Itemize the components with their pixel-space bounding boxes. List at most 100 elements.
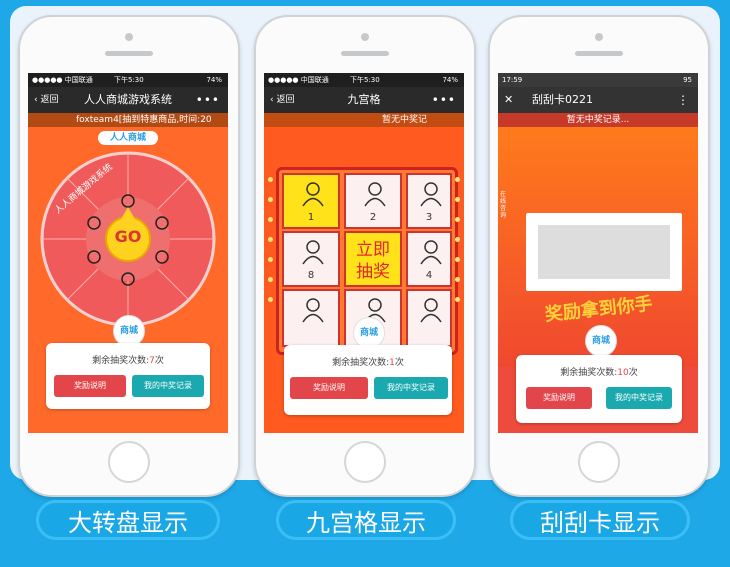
label-grid: 九宫格显示 (276, 500, 456, 540)
light-dot (268, 277, 273, 282)
cell-number: 2 (369, 212, 377, 223)
carrier-label: ●●●●● 中国联通 (268, 76, 329, 84)
records-button[interactable]: 我的中奖记录 (132, 375, 204, 397)
remaining-suffix: 次 (154, 356, 164, 366)
camera-icon (361, 33, 369, 41)
person-icon (420, 298, 442, 323)
remaining-prefix: 剩余抽奖次数: (332, 358, 390, 368)
go-button[interactable]: GO (111, 227, 145, 246)
winner-marquee: foxteam4[抽到特惠商品,时间:20 (28, 113, 228, 127)
close-icon[interactable]: ✕ (504, 87, 513, 113)
speaker-icon (341, 51, 389, 56)
speaker-icon (575, 51, 623, 56)
carrier-label: ●●●●● 中国联通 (32, 76, 93, 84)
header-logo: 人人商城 (98, 131, 158, 145)
remaining-suffix: 次 (394, 358, 404, 368)
screen-grid: ●●●●● 中国联通 下午5:30 74% ‹ 返回 九宫格 ••• 暂无中奖记… (264, 73, 464, 433)
grid-cell-7 (282, 289, 340, 347)
cell-number: 8 (307, 270, 315, 281)
battery-level: 95 (683, 76, 692, 84)
home-button[interactable] (578, 441, 620, 483)
battery-level: 74% (206, 76, 222, 84)
grid-cell-8: 8 (282, 231, 340, 287)
nav-bar: ✕ 刮刮卡0221 ⋮ (498, 87, 698, 113)
status-bar: ●●●●● 中国联通 下午5:30 74% (28, 73, 228, 87)
light-dot (268, 257, 273, 262)
light-dot (455, 177, 460, 182)
light-dot (268, 177, 273, 182)
draw-now-label: 立即抽奖 (356, 240, 390, 282)
light-dot (455, 277, 460, 282)
status-bar: 17:59 95 (498, 73, 698, 87)
speaker-icon (105, 51, 153, 56)
screen-wheel: ●●●●● 中国联通 下午5:30 74% ‹ 返回 人人商城游戏系统 ••• … (28, 73, 228, 433)
light-dot (455, 217, 460, 222)
grid-cell-1: 1 (282, 173, 340, 229)
winner-marquee: 暂无中奖记 (264, 113, 464, 127)
marquee-text: foxteam4[抽到特惠商品,时间:20 (76, 115, 212, 125)
records-button[interactable]: 我的中奖记录 (374, 377, 448, 399)
draw-card: 剩余抽奖次数:7次 奖励说明 我的中奖记录 (46, 343, 210, 409)
person-icon (420, 182, 442, 207)
person-icon (420, 240, 442, 265)
status-time: 下午5:30 (114, 76, 144, 84)
online-consult-tab[interactable]: 在线咨询 (500, 191, 510, 219)
screen-scratch: 17:59 95 ✕ 刮刮卡0221 ⋮ 暂无中奖记录... 在线咨询 奖励拿到… (498, 73, 698, 433)
light-dot (455, 197, 460, 202)
camera-icon (595, 33, 603, 41)
mall-logo: 商城 (585, 325, 617, 357)
cell-number: 1 (307, 212, 315, 223)
remaining-prefix: 剩余抽奖次数: (92, 356, 150, 366)
more-menu-icon[interactable]: ••• (196, 87, 220, 113)
status-time: 下午5:30 (350, 76, 380, 84)
home-button[interactable] (108, 441, 150, 483)
light-dot (268, 297, 273, 302)
rules-button[interactable]: 奖励说明 (54, 375, 126, 397)
cell-number: 4 (425, 270, 433, 281)
draw-now-button[interactable]: 立即抽奖 (344, 231, 402, 287)
camera-icon (125, 33, 133, 41)
light-dot (455, 237, 460, 242)
marquee-text: 暂无中奖记录... (566, 115, 630, 125)
phone-grid: ●●●●● 中国联通 下午5:30 74% ‹ 返回 九宫格 ••• 暂无中奖记… (254, 15, 476, 497)
more-menu-icon[interactable]: ⋮ (677, 87, 690, 113)
label-scratch: 刮刮卡显示 (510, 500, 690, 540)
grid-cell-2: 2 (344, 173, 402, 229)
light-dot (268, 197, 273, 202)
light-dot (455, 257, 460, 262)
draw-card: 剩余抽奖次数:10次 奖励说明 我的中奖记录 (516, 355, 682, 423)
remaining-prefix: 剩余抽奖次数: (560, 368, 618, 378)
status-time: 17:59 (502, 76, 523, 84)
light-dot (268, 217, 273, 222)
grid-cell-5 (406, 289, 452, 347)
battery-level: 74% (442, 76, 458, 84)
nav-bar: ‹ 返回 人人商城游戏系统 ••• (28, 87, 228, 113)
more-menu-icon[interactable]: ••• (432, 87, 456, 113)
phone-wheel: ●●●●● 中国联通 下午5:30 74% ‹ 返回 人人商城游戏系统 ••• … (18, 15, 240, 497)
cell-number: 3 (425, 212, 433, 223)
remaining-count: 剩余抽奖次数:10次 (516, 365, 682, 378)
person-icon (302, 240, 324, 265)
rules-button[interactable]: 奖励说明 (526, 387, 592, 409)
home-button[interactable] (344, 441, 386, 483)
light-dot (268, 237, 273, 242)
label-wheel: 大转盘显示 (36, 500, 220, 540)
grid-cell-4: 4 (406, 231, 452, 287)
records-button[interactable]: 我的中奖记录 (606, 387, 672, 409)
remaining-count: 剩余抽奖次数:1次 (284, 355, 452, 368)
remaining-count: 剩余抽奖次数:7次 (46, 353, 210, 366)
person-icon (302, 182, 324, 207)
scratch-card-frame (526, 213, 682, 291)
person-icon (364, 182, 386, 207)
draw-card: 剩余抽奖次数:1次 奖励说明 我的中奖记录 (284, 345, 452, 415)
winner-marquee: 暂无中奖记录... (498, 113, 698, 127)
light-dot (455, 297, 460, 302)
marquee-text: 暂无中奖记 (382, 115, 428, 125)
phone-scratch: 17:59 95 ✕ 刮刮卡0221 ⋮ 暂无中奖记录... 在线咨询 奖励拿到… (488, 15, 710, 497)
rules-button[interactable]: 奖励说明 (290, 377, 368, 399)
grid-cell-3: 3 (406, 173, 452, 229)
page-title: 刮刮卡0221 (532, 93, 593, 106)
person-icon (302, 298, 324, 323)
remaining-value: 10 (617, 368, 629, 378)
scratch-area[interactable] (538, 225, 670, 279)
